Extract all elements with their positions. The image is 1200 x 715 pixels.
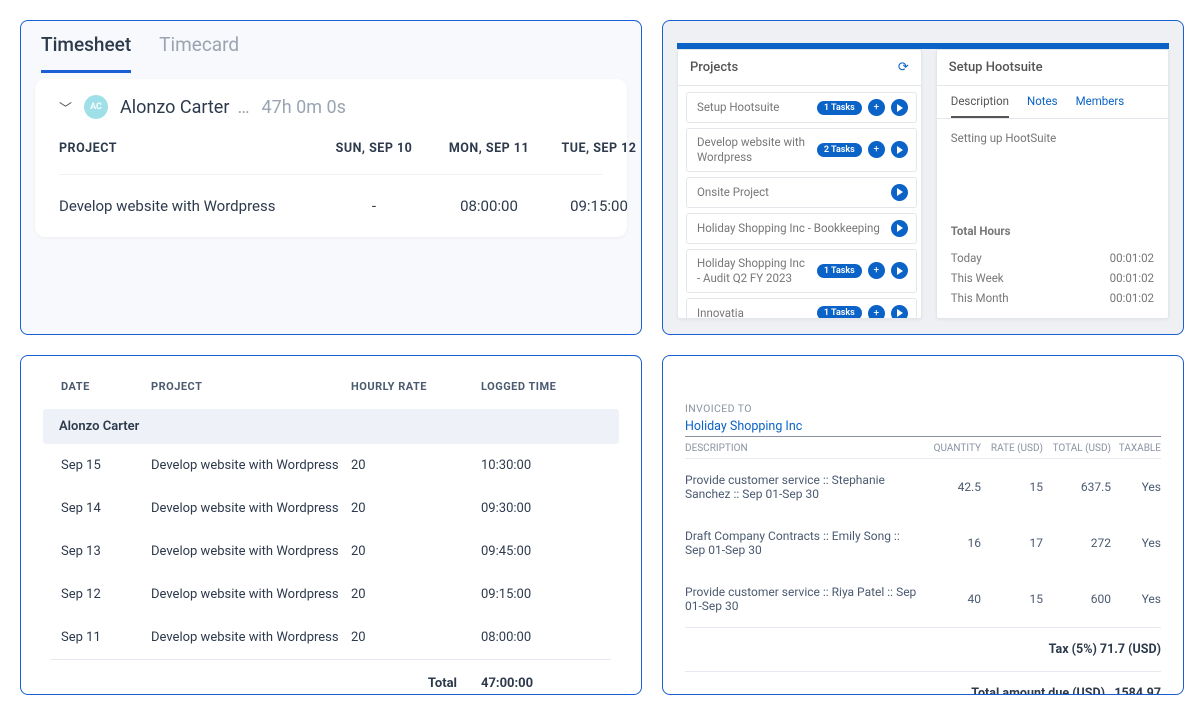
col-day1: SUN, SEP 10 [319,141,429,156]
projects-title: Projects [690,60,738,75]
refresh-icon[interactable]: ⟳ [898,60,909,75]
invoice-panel: INVOICED TO Holiday Shopping Inc DESCRIP… [662,355,1184,695]
play-icon[interactable] [891,305,908,318]
col-day3: TUE, SEP 12 [549,141,642,156]
cell-d2: 08:00:00 [429,197,549,215]
col-total: TOTAL (USD) [1043,443,1111,454]
cell-project: Develop website with Wordpress [59,197,319,215]
cell-d1: - [319,197,429,215]
tab-timesheet[interactable]: Timesheet [41,33,131,73]
tab-notes[interactable]: Notes [1027,94,1058,118]
invoice-row: Provide customer service :: Riya Patel :… [685,571,1161,627]
table-row: Sep 15Develop website with Wordpress2010… [51,444,611,487]
tasks-badge: 2 Tasks [817,143,862,157]
project-item-name: Setup Hootsuite [697,100,811,115]
table-row: Sep 13Develop website with Wordpress2009… [51,530,611,573]
col-rate: RATE (USD) [981,443,1043,454]
col-project: PROJECT [151,380,351,393]
add-icon[interactable]: + [868,99,885,116]
person-name: Alonzo Carter [120,97,229,118]
project-item[interactable]: Innovatia 1 Tasks + [686,298,917,318]
project-item-name: Holiday Shopping Inc - Audit Q2 FY 2023 [697,256,811,286]
total-label: Total [351,676,481,691]
project-item-name: Holiday Shopping Inc - Bookkeeping [697,221,885,236]
project-item-name: Develop website with Wordpress [697,135,811,165]
col-date: DATE [61,380,151,393]
logged-time-panel: DATE PROJECT HOURLY RATE LOGGED TIME Alo… [20,355,642,695]
projects-panel: Projects ⟳ Setup Hootsuite1 Tasks+Develo… [662,20,1184,335]
project-item-name: Innovatia [697,306,811,318]
invoice-tax-line: Tax (5%) 71.7 (USD) [685,628,1161,671]
add-icon[interactable]: + [868,141,885,158]
project-description: Setting up HootSuite [937,119,1168,224]
timesheet-panel: Timesheet Timecard ﹀ AC Alonzo Carter … … [20,20,642,335]
tab-timecard[interactable]: Timecard [159,33,239,73]
tasks-badge: 1 Tasks [817,264,862,278]
col-logged: LOGGED TIME [481,380,591,393]
total-hours-title: Total Hours [951,224,1154,238]
timesheet-row: Develop website with Wordpress - 08:00:0… [59,175,603,215]
chevron-down-icon[interactable]: ﹀ [59,98,72,117]
table-row: Sep 12Develop website with Wordpress2009… [51,573,611,616]
ellipsis-icon: … [237,97,249,118]
col-qty: QUANTITY [921,443,981,454]
group-row: Alonzo Carter [43,409,619,444]
total-value: 47:00:00 [481,676,591,691]
project-item[interactable]: Holiday Shopping Inc - Audit Q2 FY 2023 1… [686,249,917,293]
tab-description[interactable]: Description [951,94,1009,118]
project-item[interactable]: Develop website with Wordpress 2 Tasks + [686,128,917,172]
invoice-total-line: Total amount due (USD) 1584.97 [685,672,1161,695]
hours-row: This Week00:01:02 [951,268,1154,288]
invoiced-to-label: INVOICED TO [685,402,1161,415]
avatar: AC [84,95,108,119]
add-icon[interactable]: + [868,305,885,318]
person-total-hours: 47h 0m 0s [262,97,346,118]
project-detail-widget: Setup Hootsuite Description Notes Member… [936,49,1169,319]
invoiced-to: Holiday Shopping Inc [685,415,1161,437]
cell-d3: 09:15:00 [549,197,642,215]
detail-title: Setup Hootsuite [949,60,1043,75]
project-item[interactable]: Holiday Shopping Inc - Bookkeeping [686,213,917,244]
tasks-badge: 1 Tasks [817,306,862,318]
table-row: Sep 11Develop website with Wordpress2008… [51,616,611,659]
table-row: Sep 14Develop website with Wordpress2009… [51,487,611,530]
col-project: PROJECT [59,141,319,156]
project-item[interactable]: Onsite Project [686,177,917,208]
col-day2: MON, SEP 11 [429,141,549,156]
invoice-row: Provide customer service :: Stephanie Sa… [685,459,1161,515]
hours-row: This Month00:01:02 [951,288,1154,308]
timesheet-card: ﹀ AC Alonzo Carter … 47h 0m 0s PROJECT S… [35,79,627,237]
invoice-row: Draft Company Contracts :: Emily Song ::… [685,515,1161,571]
play-icon[interactable] [891,184,908,201]
project-item-name: Onsite Project [697,185,885,200]
hours-row: Today00:01:02 [951,248,1154,268]
col-tax: TAXABLE [1111,443,1161,454]
play-icon[interactable] [891,262,908,279]
tasks-badge: 1 Tasks [817,101,862,115]
add-icon[interactable]: + [868,262,885,279]
project-item[interactable]: Setup Hootsuite 1 Tasks + [686,92,917,123]
col-rate: HOURLY RATE [351,380,481,393]
col-desc: DESCRIPTION [685,443,921,454]
projects-widget: Projects ⟳ Setup Hootsuite1 Tasks+Develo… [677,49,922,319]
play-icon[interactable] [891,99,908,116]
play-icon[interactable] [891,220,908,237]
play-icon[interactable] [891,141,908,158]
tab-members[interactable]: Members [1076,94,1125,118]
